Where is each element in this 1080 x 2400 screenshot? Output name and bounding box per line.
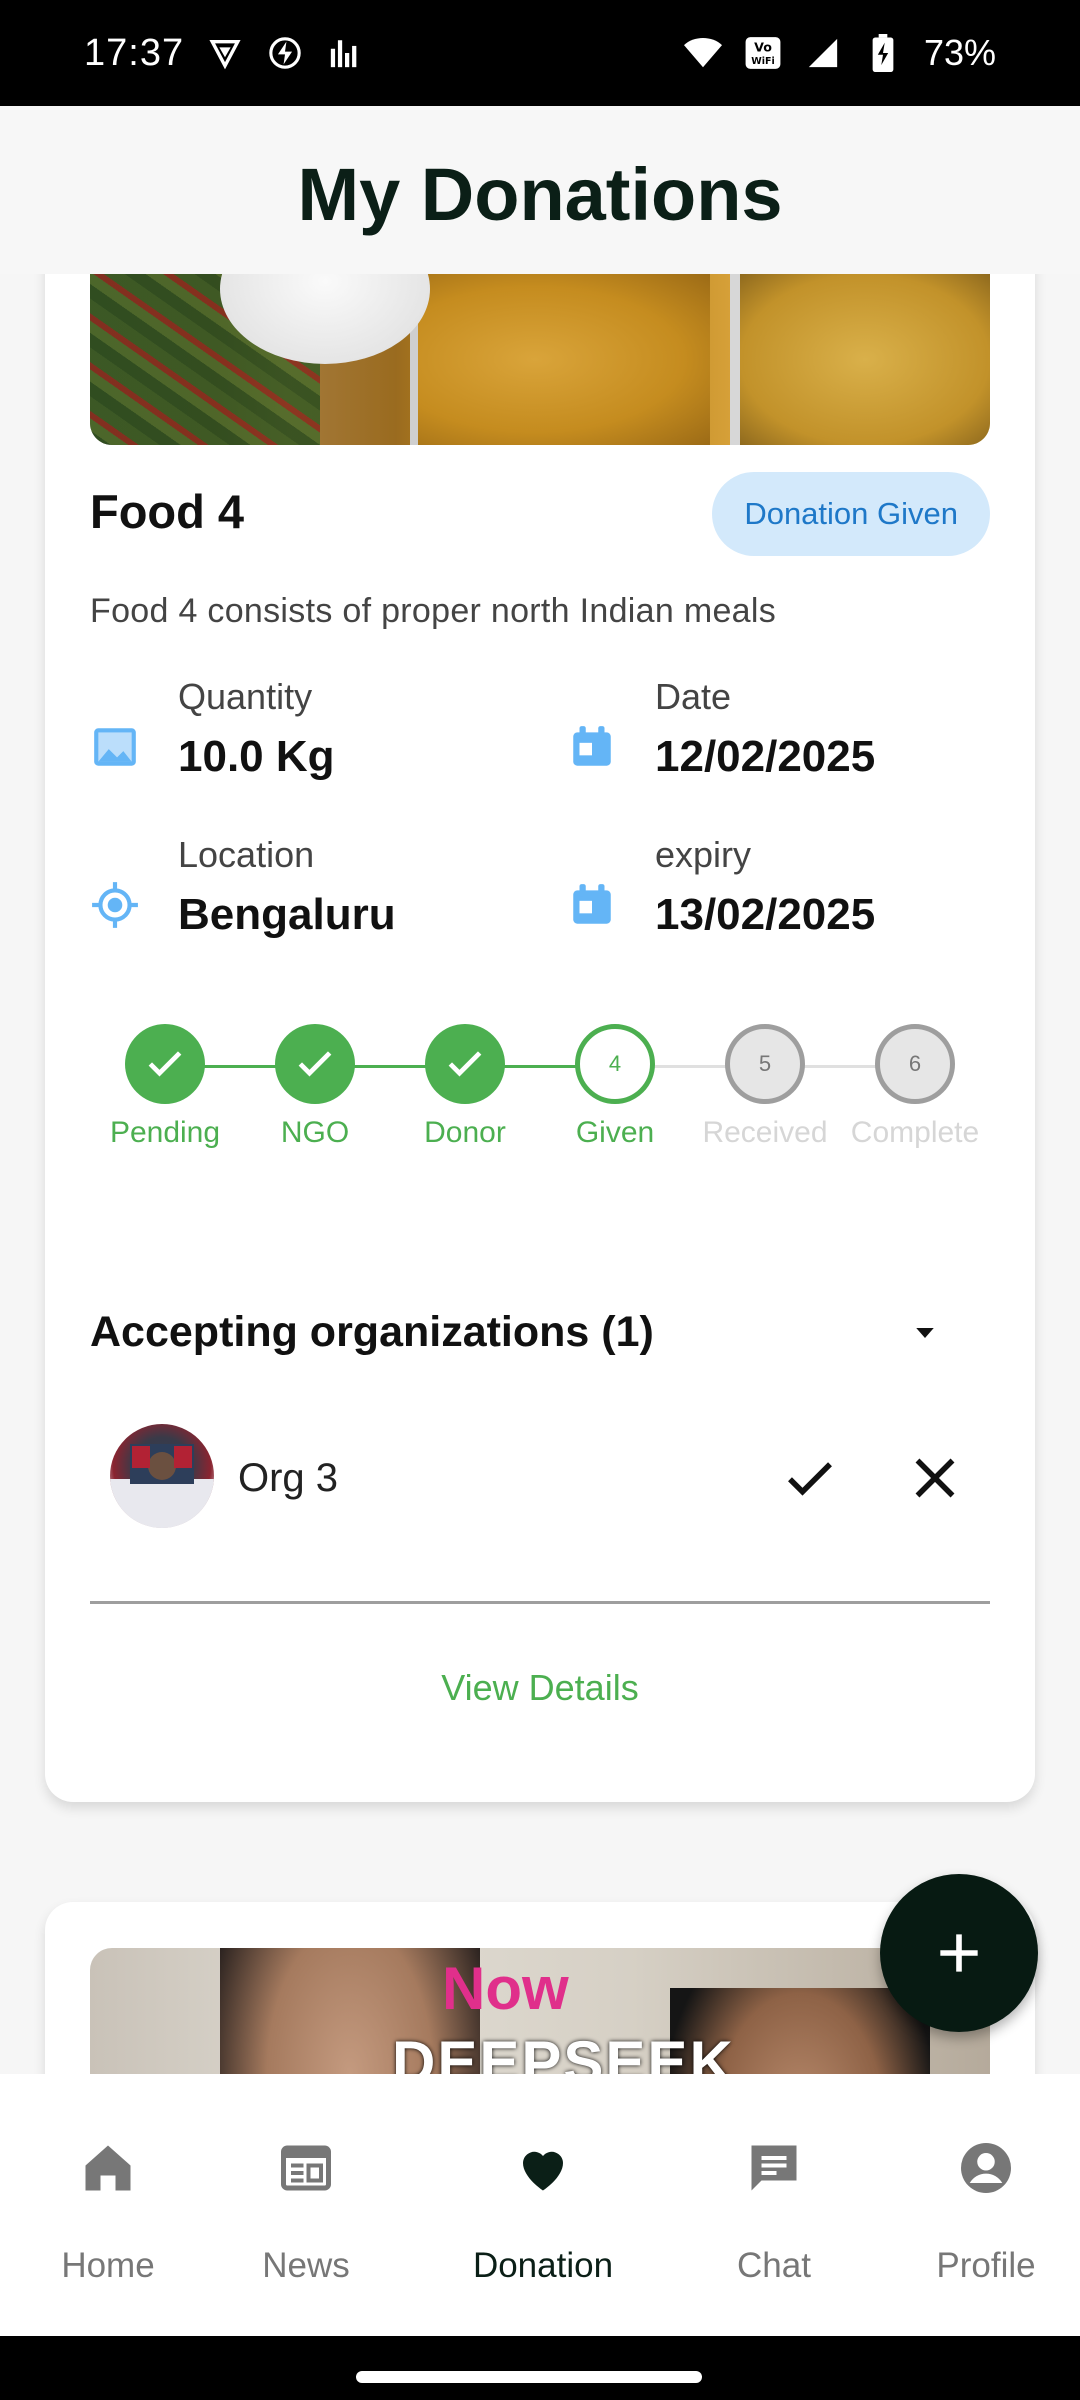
image-caption-top: Now xyxy=(442,1955,569,2022)
step-pending: Pending xyxy=(90,1024,240,1150)
quantity-value: 10.0 Kg xyxy=(178,732,335,781)
step-number: 4 xyxy=(575,1024,655,1104)
battery-icon xyxy=(864,34,902,72)
calendar-icon xyxy=(567,722,617,772)
svg-text:Vo: Vo xyxy=(754,39,772,54)
location-crosshair-icon xyxy=(90,880,140,930)
step-number: 5 xyxy=(725,1024,805,1104)
page-title: My Donations xyxy=(297,152,783,236)
nav-label: Donation xyxy=(472,2246,614,2285)
calendar-icon xyxy=(567,880,617,930)
view-details-button[interactable]: View Details xyxy=(45,1667,1035,1709)
divider xyxy=(90,1601,990,1604)
wifi-icon xyxy=(683,34,722,72)
donation-card[interactable]: Food 4 Donation Given Food 4 consists of… xyxy=(45,274,1035,1802)
add-donation-button[interactable] xyxy=(880,1874,1038,2032)
progress-stepper: Pending NGO Donor 4 Given 5 Received 6 C… xyxy=(90,1024,990,1164)
step-label: Complete xyxy=(850,1116,980,1149)
step-complete: 6 Complete xyxy=(840,1024,990,1150)
accepting-orgs-toggle[interactable]: Accepting organizations (1) xyxy=(90,1302,990,1362)
nav-label: Home xyxy=(61,2246,155,2285)
step-label: Given xyxy=(575,1116,655,1149)
svg-text:WiFi: WiFi xyxy=(751,56,774,67)
step-label: NGO xyxy=(280,1116,350,1149)
status-time: 17:37 xyxy=(84,31,185,74)
plus-icon xyxy=(940,1934,978,1972)
status-badge: Donation Given xyxy=(712,472,990,556)
dropdown-arrow-icon[interactable] xyxy=(905,1318,945,1348)
date-value: 12/02/2025 xyxy=(655,732,876,781)
cell-signal-icon xyxy=(804,34,842,72)
donation-description: Food 4 consists of proper north Indian m… xyxy=(90,592,777,630)
date-info: Date 12/02/2025 xyxy=(567,676,1017,816)
step-number: 6 xyxy=(875,1024,955,1104)
quantity-label: Quantity xyxy=(178,676,313,717)
bottom-navigation: Home News Donation Chat Profile xyxy=(0,2074,1080,2336)
location-info: Location Bengaluru xyxy=(90,834,540,974)
home-icon xyxy=(78,2138,138,2198)
nav-label: News xyxy=(262,2246,350,2285)
donation-list[interactable]: Food 4 Donation Given Food 4 consists of… xyxy=(0,274,1080,2074)
donation-image: Now DEEPSEEK xyxy=(90,1948,990,2074)
step-check-icon xyxy=(425,1024,505,1104)
home-gesture-handle[interactable] xyxy=(356,2371,702,2383)
nav-label: Profile xyxy=(936,2246,1036,2285)
step-donor: Donor xyxy=(390,1024,540,1150)
system-gesture-bar xyxy=(0,2336,1080,2400)
step-label: Pending xyxy=(109,1116,221,1149)
expiry-label: expiry xyxy=(655,834,752,875)
nav-home[interactable]: Home xyxy=(0,2074,216,2336)
step-check-icon xyxy=(275,1024,355,1104)
step-label: Received xyxy=(702,1116,828,1149)
step-ngo: NGO xyxy=(240,1024,390,1150)
date-label: Date xyxy=(655,676,732,717)
location-label: Location xyxy=(178,834,315,875)
profile-icon xyxy=(956,2138,1016,2198)
heart-icon xyxy=(513,2138,573,2198)
org-avatar xyxy=(110,1424,214,1528)
nav-chat[interactable]: Chat xyxy=(666,2074,882,2336)
nav-label: Chat xyxy=(737,2246,811,2285)
vowifi-icon: Vo WiFi xyxy=(744,34,782,72)
step-label: Donor xyxy=(424,1116,506,1149)
accepting-orgs-title: Accepting organizations (1) xyxy=(90,1308,654,1356)
org-list-item: Org 3 xyxy=(90,1424,990,1534)
expiry-value: 13/02/2025 xyxy=(655,890,876,939)
status-bar: 17:37 Vo WiFi 73% xyxy=(0,0,1080,106)
signal-bars-icon xyxy=(326,34,364,72)
vpn-icon xyxy=(206,34,244,72)
food-image xyxy=(90,274,990,445)
quantity-info: Quantity 10.0 Kg xyxy=(90,676,540,816)
chat-icon xyxy=(744,2138,804,2198)
nav-news[interactable]: News xyxy=(198,2074,414,2336)
step-check-icon xyxy=(125,1024,205,1104)
app-header: My Donations xyxy=(0,106,1080,274)
donation-name: Food 4 xyxy=(90,485,245,538)
charging-icon xyxy=(266,34,304,72)
news-icon xyxy=(276,2138,336,2198)
reject-close-icon[interactable] xyxy=(905,1448,965,1508)
location-value: Bengaluru xyxy=(178,890,396,939)
nav-donation[interactable]: Donation xyxy=(435,2074,651,2336)
nav-profile[interactable]: Profile xyxy=(878,2074,1080,2336)
accept-check-icon[interactable] xyxy=(780,1448,840,1508)
image-caption-bottom: DEEPSEEK xyxy=(392,2029,735,2074)
step-given: 4 Given xyxy=(540,1024,690,1150)
battery-percent: 73% xyxy=(923,32,996,73)
expiry-info: expiry 13/02/2025 xyxy=(567,834,1017,974)
image-icon xyxy=(90,722,140,772)
org-name: Org 3 xyxy=(238,1456,339,1500)
step-received: 5 Received xyxy=(690,1024,840,1150)
